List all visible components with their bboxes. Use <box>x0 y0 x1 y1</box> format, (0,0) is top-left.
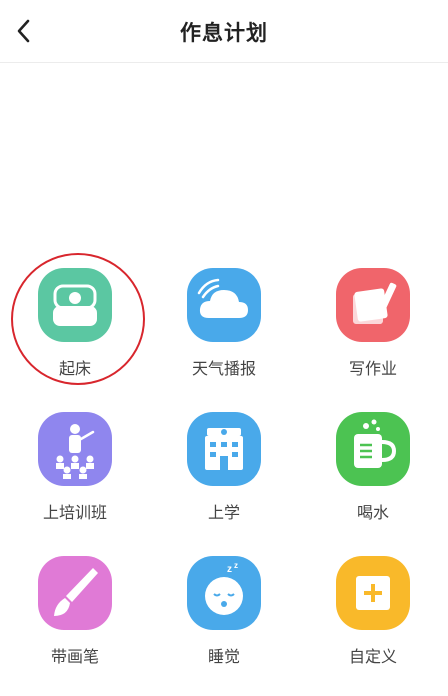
item-custom[interactable]: 自定义 <box>298 556 448 696</box>
item-label: 上培训班 <box>42 503 107 522</box>
notebook-pen-icon <box>336 268 410 342</box>
item-training-class[interactable]: 上培训班 <box>0 412 150 552</box>
cloud-icon <box>187 268 261 342</box>
school-icon <box>187 412 261 486</box>
item-label: 天气播报 <box>191 359 256 378</box>
sleeping-baby-icon: z z <box>187 556 261 630</box>
item-label: 喝水 <box>356 503 389 522</box>
item-wake-up[interactable]: 起床 <box>0 268 150 408</box>
paintbrush-icon <box>38 556 112 630</box>
item-sleep[interactable]: z z 睡觉 <box>149 556 299 696</box>
cup-icon <box>336 412 410 486</box>
item-drink-water[interactable]: 喝水 <box>298 412 448 552</box>
svg-text:z: z <box>227 564 232 575</box>
schedule-grid: 起床 天气播报 写作业 上培训班 上学 喝水 带画笔 z z 睡觉 自定义 <box>0 0 448 669</box>
item-label: 起床 <box>58 359 91 378</box>
bed-icon <box>38 268 112 342</box>
item-weather[interactable]: 天气播报 <box>149 268 299 408</box>
item-label: 自定义 <box>348 647 397 666</box>
item-paintbrush[interactable]: 带画笔 <box>0 556 150 696</box>
item-label: 上学 <box>207 503 240 522</box>
item-label: 写作业 <box>348 359 397 378</box>
item-homework[interactable]: 写作业 <box>298 268 448 408</box>
item-school[interactable]: 上学 <box>149 412 299 552</box>
item-label: 睡觉 <box>207 647 240 666</box>
svg-text:z: z <box>234 561 238 570</box>
add-square-icon <box>336 556 410 630</box>
teacher-class-icon <box>38 412 112 486</box>
item-label: 带画笔 <box>50 647 99 666</box>
